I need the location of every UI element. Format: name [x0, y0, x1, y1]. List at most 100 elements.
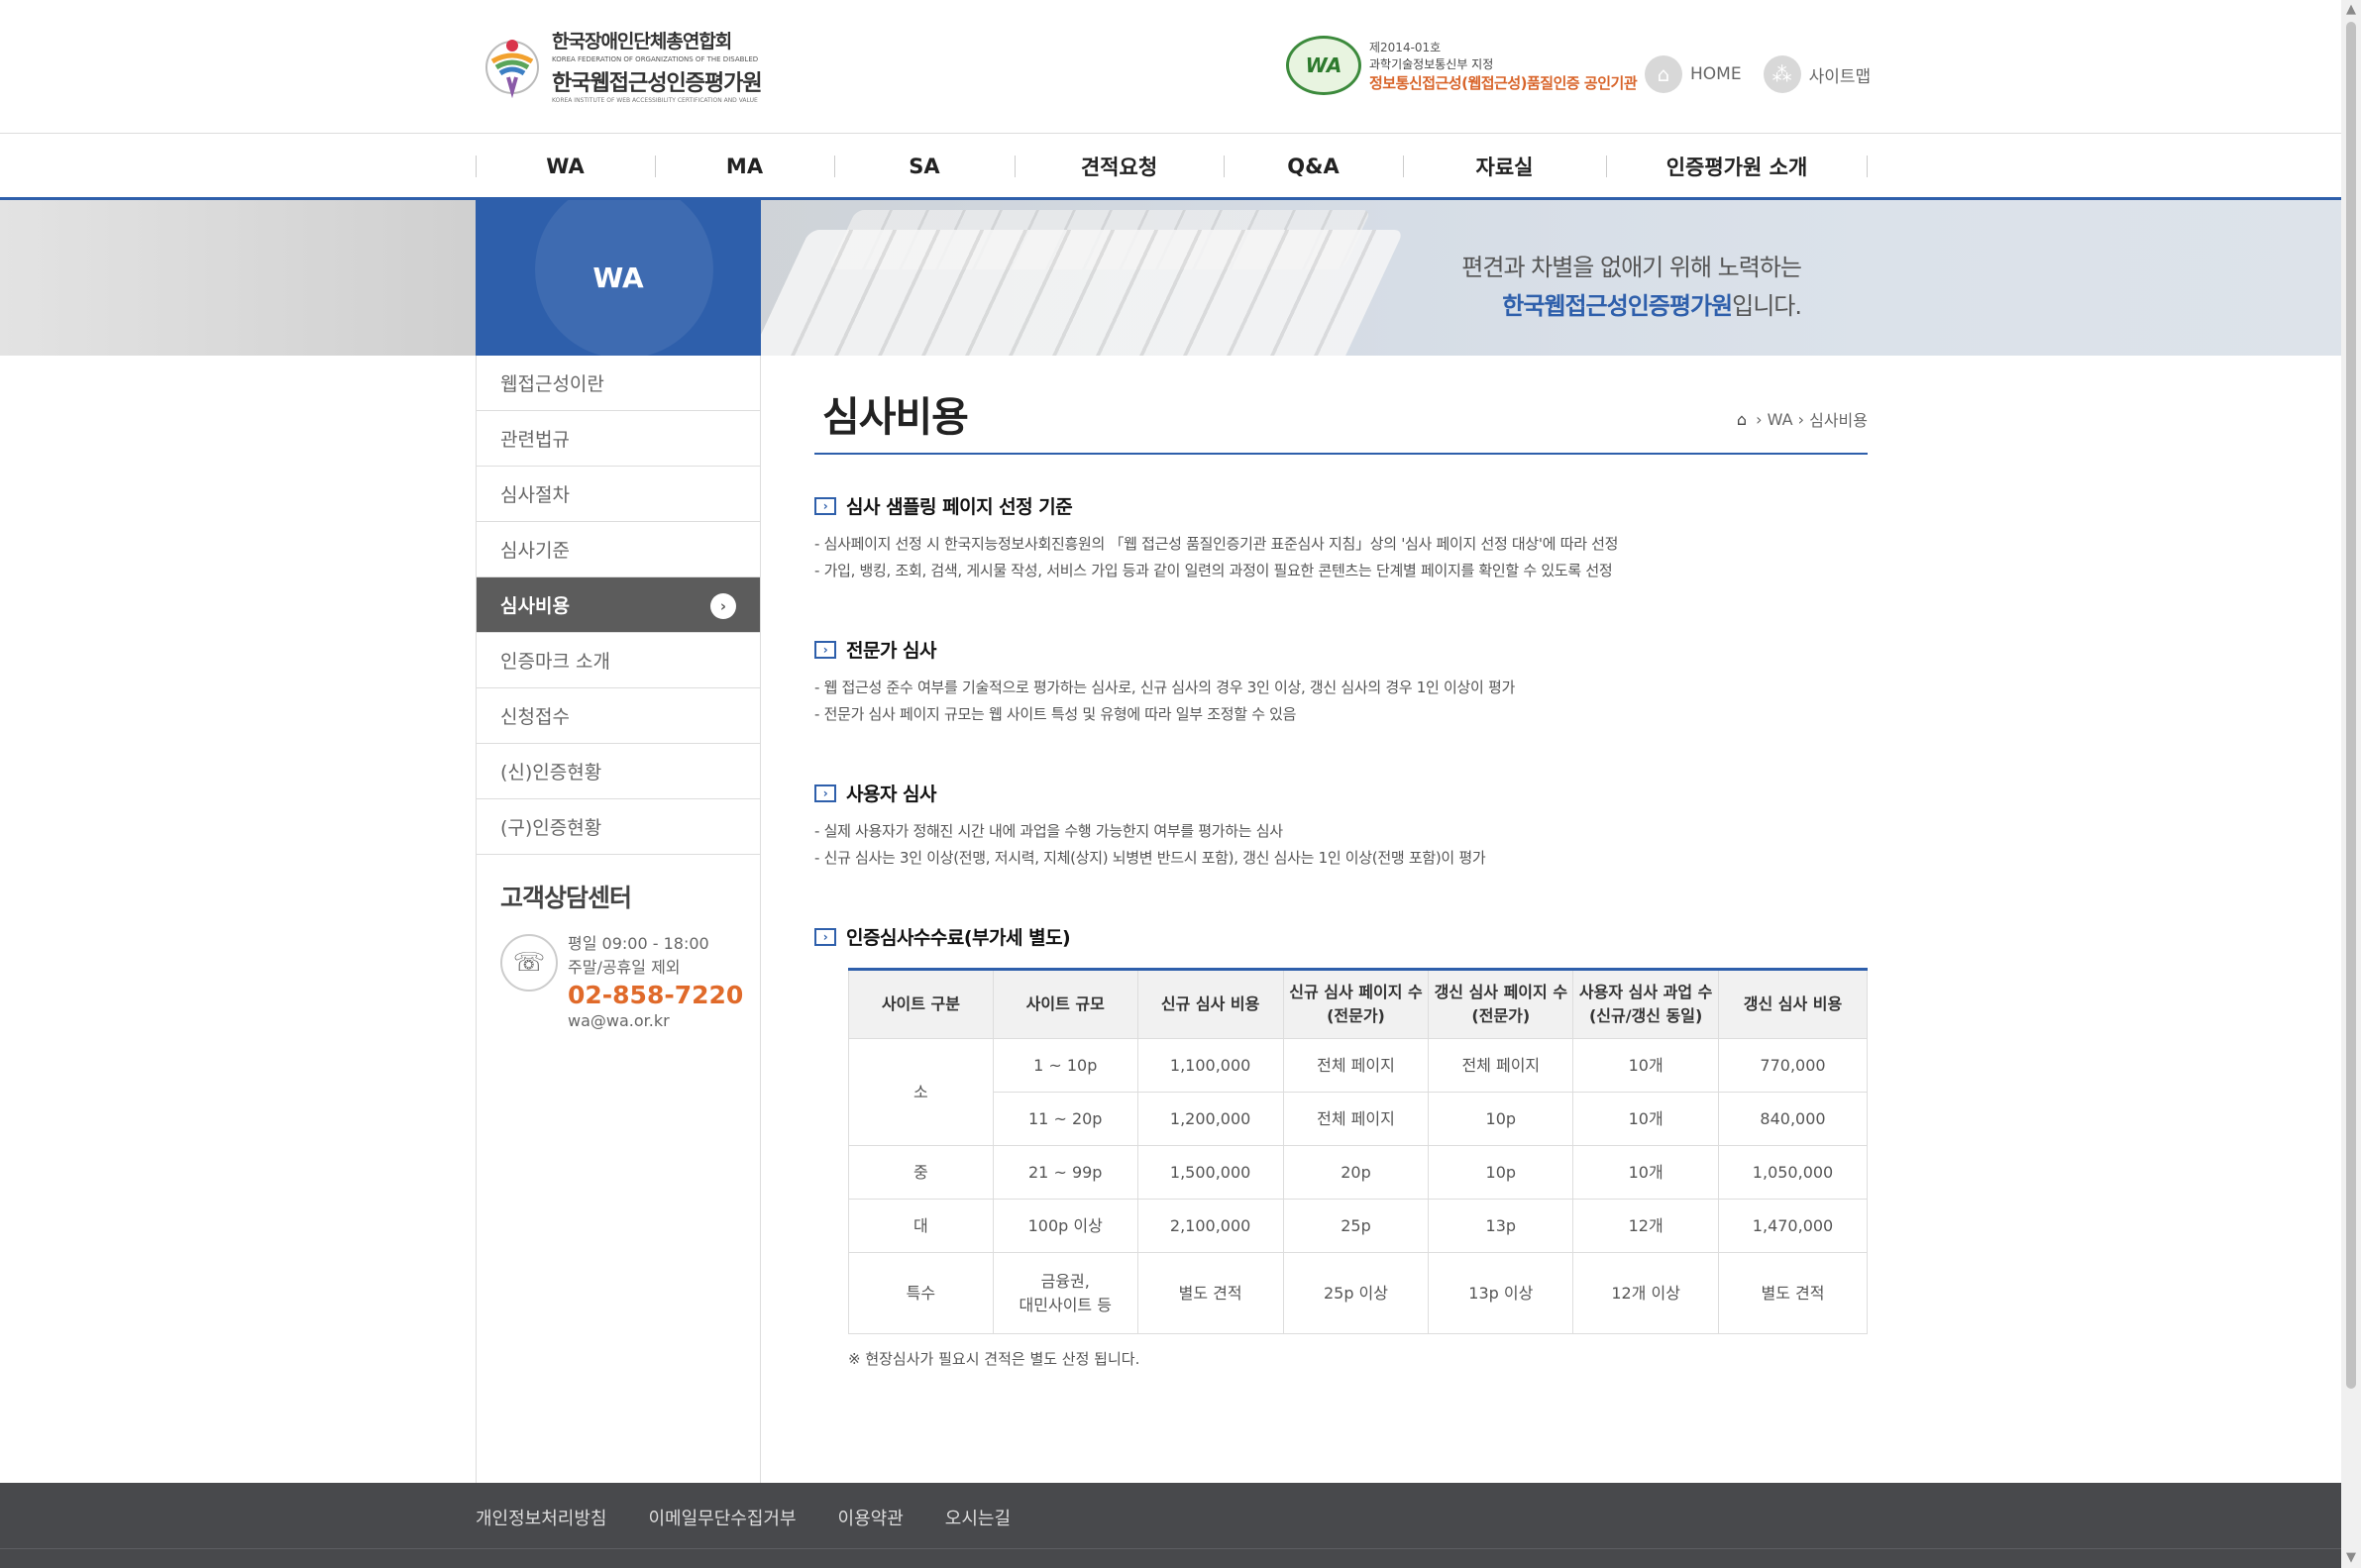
main-nav: WA MA SA 견적요청 Q&A 자료실 인증평가원 소개	[0, 135, 2341, 200]
table-cell: 100p 이상	[992, 1199, 1138, 1253]
footer-link-privacy[interactable]: 개인정보처리방침	[476, 1505, 606, 1530]
table-cell: 2,100,000	[1136, 1199, 1284, 1253]
table-cell: 13p 이상	[1428, 1252, 1574, 1334]
home-link[interactable]: ⌂ HOME	[1645, 55, 1742, 93]
breadcrumb-item[interactable]: WA	[1768, 410, 1793, 429]
table-cell: 10p	[1428, 1092, 1574, 1146]
table-cell: 25p 이상	[1282, 1252, 1430, 1334]
sidebar-item-laws[interactable]: 관련법규	[477, 411, 760, 467]
section-text: - 심사페이지 선정 시 한국지능정보사회진흥원의 「웹 접근성 품질인증기관 …	[814, 535, 1619, 553]
site-logo[interactable]: 한국장애인단체총연합회 KOREA FEDERATION OF ORGANIZA…	[479, 30, 763, 104]
sidebar-item-criteria[interactable]: 심사기준	[477, 522, 760, 577]
top-links: ⌂ HOME ⁂ 사이트맵	[1645, 55, 1892, 93]
breadcrumb-item: 심사비용	[1809, 411, 1868, 430]
fee-note: ※ 현장심사가 필요시 견적은 별도 산정 됩니다.	[848, 1350, 1140, 1368]
title-row: 심사비용 ⌂ › WA › 심사비용	[814, 356, 1868, 455]
table-row: 11 ~ 20p 1,200,000 전체 페이지 10p 10개 840,00…	[849, 1092, 1868, 1146]
table-cell: 12개 이상	[1572, 1252, 1720, 1334]
sidebar-item-new-status[interactable]: (신)인증현황	[477, 744, 760, 799]
nav-item-qna[interactable]: Q&A	[1224, 135, 1403, 197]
scroll-up-icon[interactable]: ▲	[2344, 3, 2358, 17]
col-header: 신규 심사 페이지 수 (전문가)	[1282, 969, 1430, 1039]
table-cell: 전체 페이지	[1282, 1038, 1430, 1093]
table-cell: 770,000	[1718, 1038, 1868, 1093]
table-cell: 별도 견적	[1718, 1252, 1868, 1334]
col-header: 갱신 심사 비용	[1718, 969, 1868, 1039]
nav-item-about[interactable]: 인증평가원 소개	[1606, 135, 1868, 197]
home-icon: ⌂	[1645, 55, 1682, 93]
vertical-scrollbar[interactable]: ▲ ▼	[2341, 0, 2361, 1568]
table-row: 소 1 ~ 10p 1,100,000 전체 페이지 전체 페이지 10개 77…	[848, 1038, 1868, 1146]
section-heading: 심사 샘플링 페이지 선정 기준	[846, 496, 1073, 518]
nav-item-sa[interactable]: SA	[834, 135, 1015, 197]
cs-phone-number[interactable]: 02-858-7220	[568, 981, 743, 1009]
nav-item-wa[interactable]: WA	[476, 135, 655, 197]
logo-institute-name: 한국웹접근성인증평가원	[552, 71, 763, 96]
slogan-line2: 한국웹접근성인증평가원입니다.	[1461, 286, 1802, 321]
sitemap-icon: ⁂	[1763, 55, 1801, 93]
breadcrumb: ⌂ › WA › 심사비용	[1737, 407, 1868, 431]
sidebar-item-fees-label: 심사비용	[500, 595, 570, 617]
table-cell: 1,050,000	[1718, 1145, 1868, 1200]
phone-icon: ☏	[500, 934, 558, 992]
table-cell: 10개	[1572, 1038, 1720, 1093]
wa-mark-icon: WA	[1286, 36, 1361, 95]
scrollbar-thumb[interactable]	[2346, 22, 2356, 1389]
section-heading: 전문가 심사	[846, 640, 937, 662]
sub-banner: WA 편견과 차별을 없애기 위해 노력하는 한국웹접근성인증평가원입니다.	[0, 200, 2341, 356]
sidebar-item-about-accessibility[interactable]: 웹접근성이란	[477, 356, 760, 411]
table-cell-group: 대	[848, 1199, 994, 1253]
box-arrow-icon: ›	[814, 784, 836, 802]
section-title-box: WA	[476, 200, 761, 356]
sidebar-item-mark[interactable]: 인증마크 소개	[477, 633, 760, 688]
table-cell-group: 소	[848, 1038, 994, 1146]
certification-badge: WA 제2014-01호 과학기술정보통신부 지정 정보통신접근성(웹접근성)품…	[1286, 36, 1638, 95]
table-cell: 12개	[1572, 1199, 1720, 1253]
table-header-row: 사이트 구분 사이트 규모 신규 심사 비용 신규 심사 페이지 수 (전문가) …	[848, 969, 1868, 1039]
logo-org-name: 한국장애인단체총연합회	[552, 31, 732, 52]
section-text: - 실제 사용자가 정해진 시간 내에 과업을 수행 가능한지 여부를 평가하는…	[814, 822, 1283, 840]
sidebar-item-old-status[interactable]: (구)인증현황	[477, 799, 760, 855]
fee-table: 사이트 구분 사이트 규모 신규 심사 비용 신규 심사 페이지 수 (전문가) …	[848, 968, 1868, 1334]
sidebar-item-fees[interactable]: 심사비용 ›	[477, 577, 760, 633]
table-cell: 11 ~ 20p	[992, 1092, 1138, 1146]
footer-link-terms[interactable]: 이용약관	[838, 1505, 904, 1530]
nav-item-estimate[interactable]: 견적요청	[1015, 135, 1224, 197]
col-header: 갱신 심사 페이지 수 (전문가)	[1428, 969, 1574, 1039]
footer-link-directions[interactable]: 오시는길	[945, 1505, 1011, 1530]
table-cell: 1,500,000	[1136, 1145, 1284, 1200]
header: 한국장애인단체총연합회 KOREA FEDERATION OF ORGANIZA…	[0, 0, 2341, 134]
logo-emblem-icon	[479, 32, 546, 99]
sitemap-link[interactable]: ⁂ 사이트맵	[1763, 55, 1872, 93]
table-cell-group: 특수	[848, 1252, 994, 1334]
chevron-right-icon: ›	[710, 593, 736, 619]
cs-email[interactable]: wa@wa.or.kr	[568, 1011, 743, 1030]
section-heading: 인증심사수수료(부가세 별도)	[846, 927, 1071, 949]
col-header: 신규 심사 비용	[1136, 969, 1284, 1039]
section-sampling: › 심사 샘플링 페이지 선정 기준 - 심사페이지 선정 시 한국지능정보사회진…	[814, 492, 1868, 584]
cert-number: 제2014-01호	[1369, 40, 1442, 54]
sidebar: 웹접근성이란 관련법규 심사절차 심사기준 심사비용 › 인증마크 소개 신청접…	[476, 356, 761, 1483]
sidebar-item-apply[interactable]: 신청접수	[477, 688, 760, 744]
nav-item-resources[interactable]: 자료실	[1403, 135, 1606, 197]
customer-center: 고객상담센터 ☏ 평일 09:00 - 18:00 주말/공휴일 제외 02-8…	[477, 855, 760, 1030]
slogan-line1: 편견과 차별을 없애기 위해 노력하는	[1461, 254, 1802, 281]
section-text: - 전문가 심사 페이지 규모는 웹 사이트 특성 및 유형에 따라 일부 조정…	[814, 705, 1297, 723]
customer-center-title: 고객상담센터	[500, 884, 632, 912]
scroll-down-icon[interactable]: ▼	[2344, 1551, 2358, 1565]
home-icon[interactable]: ⌂	[1737, 410, 1747, 429]
section-fees: › 인증심사수수료(부가세 별도)	[814, 923, 1868, 950]
footer: 개인정보처리방침 이메일무단수집거부 이용약관 오시는길	[0, 1483, 2341, 1568]
footer-link-email-refusal[interactable]: 이메일무단수집거부	[648, 1505, 796, 1530]
table-cell: 1,200,000	[1136, 1092, 1284, 1146]
nav-item-ma[interactable]: MA	[655, 135, 834, 197]
sidebar-item-procedure[interactable]: 심사절차	[477, 467, 760, 522]
banner-slogan: 편견과 차별을 없애기 위해 노력하는 한국웹접근성인증평가원입니다.	[1461, 248, 1802, 321]
box-arrow-icon: ›	[814, 496, 836, 515]
table-cell: 1 ~ 10p	[992, 1038, 1138, 1093]
box-arrow-icon: ›	[814, 927, 836, 946]
slogan-ending: 입니다.	[1732, 292, 1802, 320]
sitemap-link-label: 사이트맵	[1808, 66, 1872, 87]
col-header: 사용자 심사 과업 수 (신규/갱신 동일)	[1572, 969, 1720, 1039]
table-cell: 840,000	[1718, 1092, 1868, 1146]
